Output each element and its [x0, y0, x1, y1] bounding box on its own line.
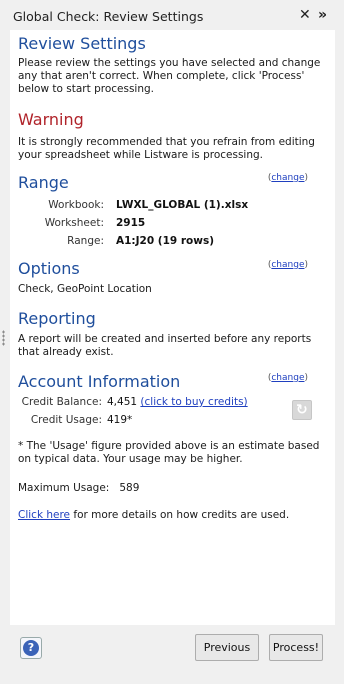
window-title: Global Check: Review Settings	[13, 9, 204, 24]
process-button[interactable]: Process!	[269, 634, 323, 661]
workbook-value: LWXL_GLOBAL (1).xlsx	[116, 199, 249, 211]
title-bar: Global Check: Review Settings ✕ »	[0, 0, 344, 30]
options-change-link[interactable]: change	[271, 260, 304, 270]
account-heading: Account Information	[18, 372, 181, 391]
account-change-close: )	[304, 373, 308, 383]
bottom-bar: ? Previous Process!	[10, 625, 335, 675]
options-change: (change)	[268, 260, 308, 270]
grip-icon[interactable]	[2, 330, 5, 346]
chevron-double-right-icon[interactable]: »	[318, 7, 327, 23]
close-icon[interactable]: ✕	[299, 7, 311, 23]
maximum-usage: Maximum Usage: 589	[18, 482, 323, 495]
account-change-link[interactable]: change	[271, 373, 304, 383]
credits-details-text: for more details on how credits are used…	[70, 509, 290, 521]
credit-balance-number: 4,451	[107, 396, 138, 408]
credit-balance-label: Credit Balance:	[21, 396, 102, 408]
warning-heading: Warning	[18, 110, 84, 129]
reporting-heading: Reporting	[18, 309, 96, 328]
range-change: (change)	[268, 173, 308, 183]
credit-balance-value: 4,451 (click to buy credits)	[107, 396, 248, 408]
worksheet-label: Worksheet:	[44, 217, 104, 229]
help-button[interactable]: ?	[20, 637, 42, 659]
credits-details: Click here for more details on how credi…	[18, 509, 323, 522]
usage-note: * The 'Usage' figure provided above is a…	[18, 440, 320, 465]
review-settings-text: Please review the settings you have sele…	[18, 57, 321, 95]
range-value: A1:J20 (19 rows)	[116, 235, 215, 247]
workbook-label: Workbook:	[48, 199, 104, 211]
account-change: (change)	[268, 373, 308, 383]
range-change-close: )	[304, 173, 308, 183]
warning-text: It is strongly recommended that you refr…	[18, 136, 315, 161]
click-here-link[interactable]: Click here	[18, 509, 70, 521]
review-settings-heading: Review Settings	[18, 34, 146, 53]
range-heading: Range	[18, 173, 69, 192]
maximum-usage-label: Maximum Usage:	[18, 482, 110, 494]
maximum-usage-value: 589	[119, 482, 140, 494]
reporting-text: A report will be created and inserted be…	[18, 333, 312, 358]
refresh-icon[interactable]: ↻	[292, 400, 312, 420]
help-icon: ?	[23, 640, 39, 656]
worksheet-value: 2915	[116, 217, 146, 229]
range-change-link[interactable]: change	[271, 173, 304, 183]
options-heading: Options	[18, 259, 80, 278]
options-text: Check, GeoPoint Location	[18, 283, 152, 295]
range-label: Range:	[67, 235, 104, 247]
credit-usage-value: 419*	[107, 414, 133, 426]
credit-usage-label: Credit Usage:	[30, 414, 102, 426]
previous-button[interactable]: Previous	[195, 634, 259, 661]
buy-credits-link[interactable]: (click to buy credits)	[140, 396, 247, 408]
settings-panel: Review Settings Please review the settin…	[10, 30, 335, 625]
options-change-close: )	[304, 260, 308, 270]
